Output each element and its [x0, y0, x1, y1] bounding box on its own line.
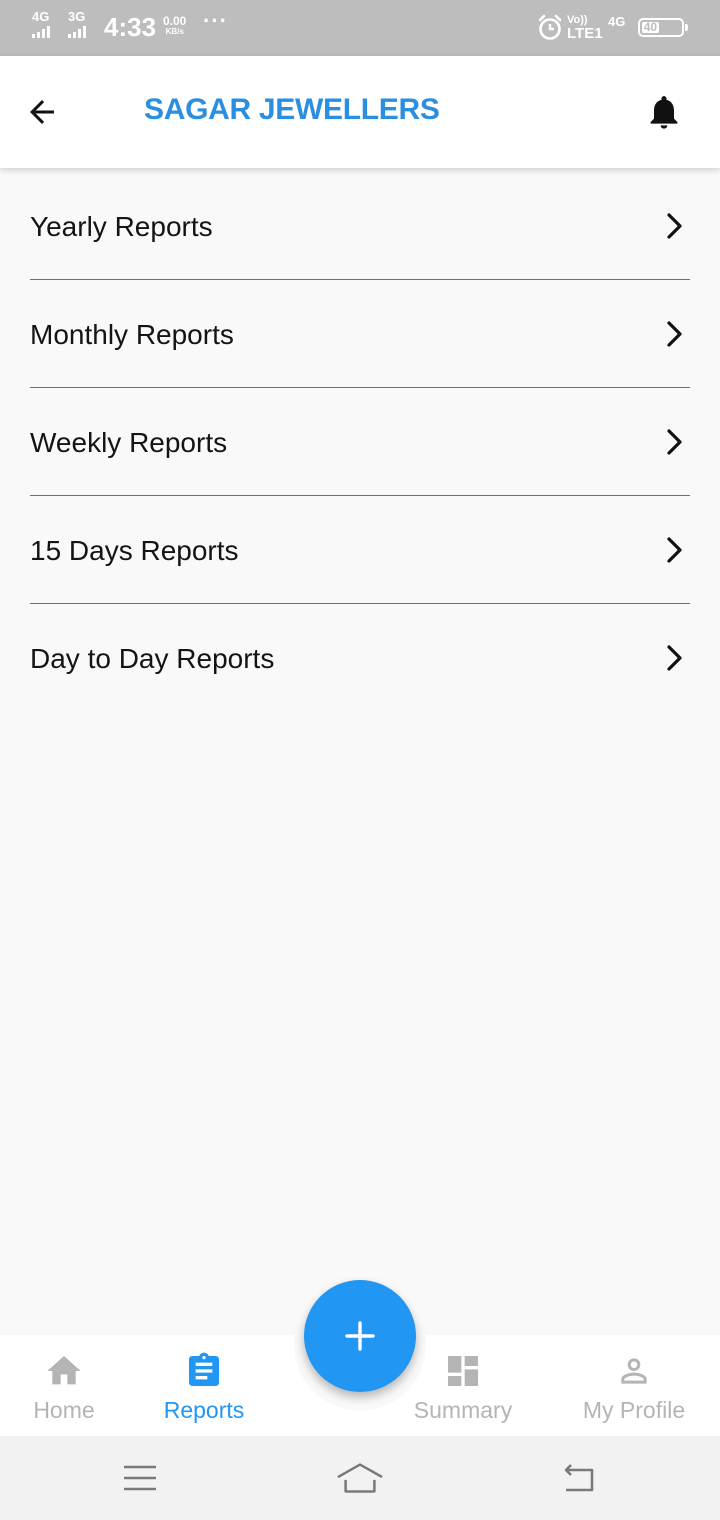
nav-label: Summary [413, 1397, 513, 1423]
list-item-label: Monthly Reports [30, 318, 234, 350]
home-icon [44, 1351, 84, 1391]
menu-button[interactable] [116, 1456, 164, 1500]
nav-label: Home [33, 1397, 95, 1423]
data-speed-unit: KB/s [165, 27, 184, 36]
battery-level: 40 [642, 20, 659, 34]
back-button[interactable] [24, 88, 88, 136]
chevron-right-icon [658, 212, 690, 240]
chevron-right-icon [658, 320, 690, 348]
system-navigation-bar [0, 1436, 720, 1520]
page-title: SAGAR JEWELLERS [144, 93, 440, 126]
nav-item-reports[interactable]: Reports [144, 1335, 264, 1436]
status-bar: 4G 3G 4:33 0.00 KB/s ··· Vo)) LTE1 4G 40 [0, 0, 720, 56]
bell-icon [650, 96, 678, 129]
chevron-right-icon [658, 644, 690, 672]
clipboard-icon [184, 1351, 224, 1391]
report-item-yearly[interactable]: Yearly Reports [30, 172, 690, 280]
chevron-right-icon [658, 536, 690, 564]
report-item-monthly[interactable]: Monthly Reports [30, 280, 690, 388]
battery-icon: 40 [638, 18, 688, 37]
person-icon [614, 1351, 654, 1391]
list-item-label: Yearly Reports [30, 210, 213, 242]
menu-icon [124, 1465, 156, 1491]
volte-indicator: Vo)) LTE1 [567, 14, 603, 42]
list-item-label: Day to Day Reports [30, 642, 275, 674]
app-bar: SAGAR JEWELLERS [0, 56, 720, 168]
data-speed-value: 0.00 [163, 14, 187, 28]
add-button[interactable] [304, 1280, 416, 1392]
signal-icon [68, 26, 86, 38]
chevron-right-icon [658, 428, 690, 456]
report-item-15-days[interactable]: 15 Days Reports [30, 496, 690, 604]
volte-bottom: LTE1 [567, 25, 603, 42]
data-speed: 0.00 KB/s [163, 15, 186, 36]
back-return-icon [564, 1464, 594, 1492]
alarm-icon [538, 14, 562, 40]
nav-label: My Profile [582, 1397, 686, 1423]
arrow-left-icon [30, 100, 54, 124]
notifications-button[interactable] [640, 88, 688, 136]
nav-item-my-profile[interactable]: My Profile [569, 1335, 699, 1436]
status-time: 4:33 [104, 12, 157, 42]
nav-label: Reports [163, 1397, 245, 1423]
nav-item-summary[interactable]: Summary [403, 1335, 523, 1436]
network-type-1: 4G [32, 9, 50, 24]
home-outline-icon [337, 1463, 383, 1493]
network-type-2: 3G [68, 9, 86, 24]
reports-list: Yearly Reports Monthly Reports Weekly Re… [30, 172, 690, 711]
more-notifications-icon: ··· [203, 8, 228, 33]
network-type-3: 4G [608, 14, 626, 29]
home-system-button[interactable] [336, 1456, 384, 1500]
list-item-label: Weekly Reports [30, 426, 228, 458]
dashboard-icon [443, 1351, 483, 1391]
list-item-label: 15 Days Reports [30, 534, 239, 566]
signal-icon [32, 26, 50, 38]
nav-item-home[interactable]: Home [14, 1335, 114, 1436]
report-item-day-to-day[interactable]: Day to Day Reports [30, 604, 690, 711]
report-item-weekly[interactable]: Weekly Reports [30, 388, 690, 496]
back-system-button[interactable] [554, 1456, 602, 1500]
plus-icon [345, 1321, 375, 1351]
